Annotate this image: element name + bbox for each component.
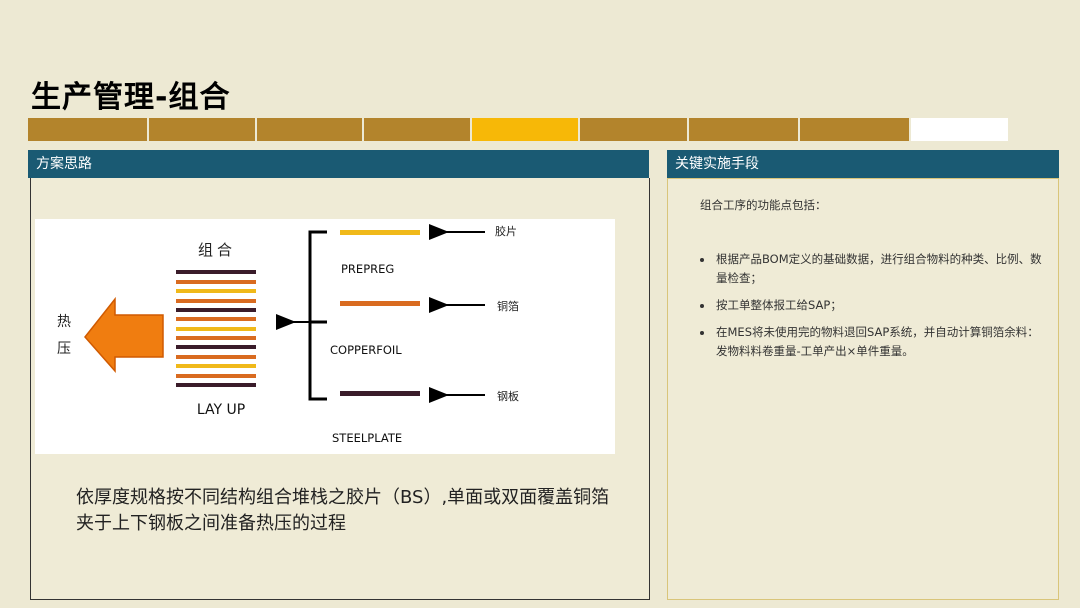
stack-layer <box>176 336 256 340</box>
copperfoil-cn: 铜箔 <box>497 299 519 313</box>
list-item: 在MES将未使用完的物料退回SAP系统，并自动计算铜箔余料：发物料料卷重量-工单… <box>714 323 1045 361</box>
stack-layer <box>176 374 256 378</box>
stack-layer <box>176 345 256 349</box>
stack-layer <box>176 327 256 331</box>
list-item: 按工单整体报工给SAP； <box>714 296 1045 315</box>
prepreg-sample <box>340 230 420 235</box>
right-intro: 组合工序的功能点包括： <box>700 198 827 212</box>
progress-step-8[interactable] <box>800 118 909 141</box>
hot-press-label-2: 压 <box>57 341 71 357</box>
stack-layer <box>176 308 256 312</box>
copperfoil-sample <box>340 301 420 306</box>
list-item: 根据产品BOM定义的基础数据，进行组合物料的种类、比例、数量检查； <box>714 250 1045 288</box>
stack-layer <box>176 355 256 359</box>
progress-step-1[interactable] <box>28 118 147 141</box>
progress-step-5-active[interactable] <box>472 118 578 141</box>
hot-press-arrow <box>84 296 164 373</box>
progress-step-7[interactable] <box>689 118 798 141</box>
progress-step-4[interactable] <box>364 118 470 141</box>
stack-layer <box>176 317 256 321</box>
process-caption: 依厚度规格按不同结构组合堆栈之胶片（BS）,单面或双面覆盖铜箔夹于上下钢板之间准… <box>76 487 610 534</box>
stack-layer <box>176 299 256 303</box>
lay-up-label: LAY UP <box>197 402 245 418</box>
layup-diagram: 组合 LAY UP 热 压 PREPREG COPPERFOIL STEELPL… <box>35 219 615 454</box>
progress-step-6[interactable] <box>580 118 687 141</box>
page-title: 生产管理-组合 <box>31 80 231 115</box>
layer-stack <box>176 270 256 387</box>
steelplate-label: STEELPLATE <box>332 431 402 445</box>
layer-bracket <box>308 230 327 401</box>
copperfoil-label: COPPERFOIL <box>330 343 402 357</box>
stack-layer <box>176 364 256 368</box>
right-panel-content: 组合工序的功能点包括： 根据产品BOM定义的基础数据，进行组合物料的种类、比例、… <box>700 196 1045 369</box>
right-panel-header: 关键实施手段 <box>667 150 1059 178</box>
steelplate-sample <box>340 391 420 396</box>
prepreg-label: PREPREG <box>341 262 394 276</box>
feature-list: 根据产品BOM定义的基础数据，进行组合物料的种类、比例、数量检查； 按工单整体报… <box>700 250 1045 361</box>
left-panel-header: 方案思路 <box>28 150 649 178</box>
steelplate-cn: 钢板 <box>497 389 519 403</box>
stack-layer <box>176 280 256 284</box>
prepreg-cn: 胶片 <box>495 224 517 238</box>
progress-step-3[interactable] <box>257 118 362 141</box>
stack-layer <box>176 383 256 387</box>
progress-step-9[interactable] <box>911 118 1008 141</box>
hot-press-label-1: 热 <box>57 314 71 330</box>
stack-title: 组合 <box>198 241 236 259</box>
stack-layer <box>176 270 256 274</box>
progress-step-2[interactable] <box>149 118 255 141</box>
stack-layer <box>176 289 256 293</box>
